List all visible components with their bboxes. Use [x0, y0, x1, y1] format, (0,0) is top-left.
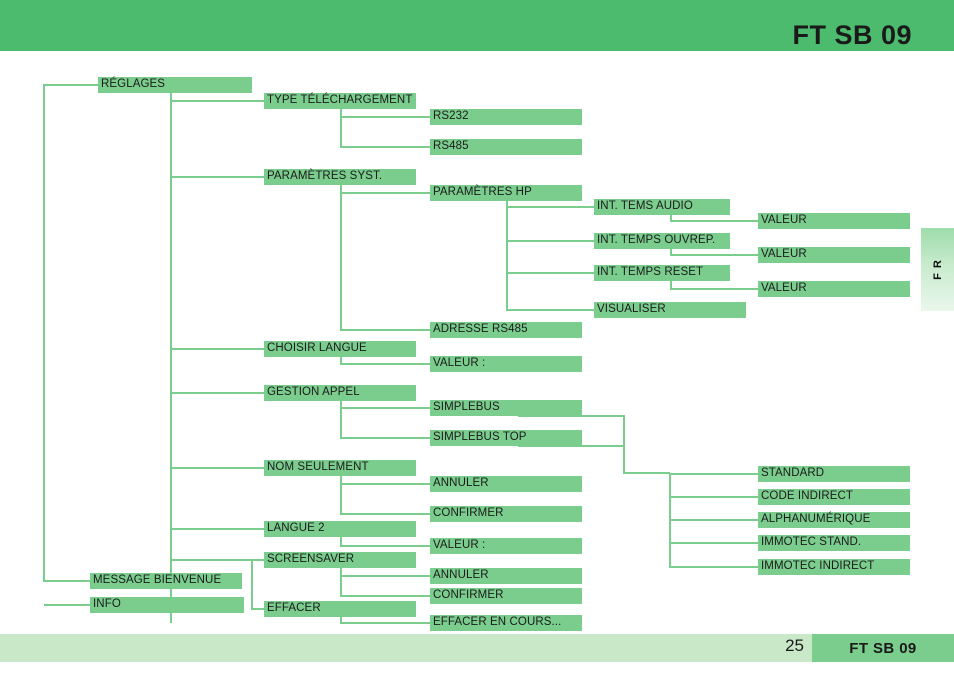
tree-node-label: CHOISIR LANGUE — [267, 342, 367, 355]
tree-node-label: INT. TEMPS OUVREP. — [597, 234, 716, 247]
tree-node-simplebus-top[interactable]: SIMPLEBUS TOP — [430, 430, 582, 446]
tree-node-label: VISUALISER — [597, 303, 666, 316]
tree-node-label: VALEUR : — [433, 539, 486, 552]
tree-node-int-temps-reset[interactable]: INT. TEMPS RESET — [594, 265, 730, 281]
tree-node-immotec-indirect[interactable]: IMMOTEC INDIRECT — [758, 559, 910, 575]
tree-node-label: VALEUR : — [433, 357, 486, 370]
tree-node-label: ALPHANUMÉRIQUE — [761, 513, 871, 526]
tree-node-standard[interactable]: STANDARD — [758, 466, 910, 482]
tree-node-annuler-1[interactable]: ANNULER — [430, 476, 582, 492]
tree-node-label: SIMPLEBUS — [433, 401, 500, 414]
tree-node-label: TYPE TÉLÉCHARGEMENT — [267, 94, 413, 107]
tree-node-choisir-langue[interactable]: CHOISIR LANGUE — [264, 341, 416, 357]
tree-node-label: STANDARD — [761, 467, 825, 480]
tree-node-label: IMMOTEC INDIRECT — [761, 560, 875, 573]
tree-node-valeur-ouvrep[interactable]: VALEUR — [758, 247, 910, 263]
tree-node-label: VALEUR — [761, 282, 807, 295]
menu-tree-diagram: RÉGLAGES TYPE TÉLÉCHARGEMENT RS232 RS485 PAR… — [0, 51, 954, 631]
footer-bar — [0, 634, 954, 662]
tree-node-label: PARAMÈTRES SYST. — [267, 170, 383, 183]
tree-node-valeur-reset[interactable]: VALEUR — [758, 281, 910, 297]
tree-node-screensaver[interactable]: SCREENSAVER — [264, 552, 416, 568]
page-number: 25 — [785, 636, 804, 655]
tree-node-label: IMMOTEC STAND. — [761, 536, 862, 549]
tree-node-rs232[interactable]: RS232 — [430, 109, 582, 125]
tree-node-valeur-langue-2[interactable]: VALEUR : — [430, 538, 582, 554]
tree-node-label: SCREENSAVER — [267, 553, 355, 566]
tree-node-label: ADRESSE RS485 — [433, 323, 528, 336]
page-title: FT SB 09 — [792, 20, 912, 50]
tree-node-parametres-syst[interactable]: PARAMÈTRES SYST. — [264, 169, 416, 185]
tree-node-label: RS232 — [433, 110, 469, 123]
tree-node-effacer-en-cours[interactable]: EFFACER EN COURS... — [430, 615, 582, 631]
tree-node-label: INT. TEMPS RESET — [597, 266, 704, 279]
tree-node-valeur-langue[interactable]: VALEUR : — [430, 356, 582, 372]
tree-node-annuler-2[interactable]: ANNULER — [430, 568, 582, 584]
tree-node-label: CONFIRMER — [433, 589, 504, 602]
tree-node-effacer[interactable]: EFFACER — [264, 601, 416, 617]
tree-node-label: PARAMÈTRES HP — [433, 186, 532, 199]
tree-node-label: LANGUE 2 — [267, 522, 325, 535]
tree-node-immotec-stand[interactable]: IMMOTEC STAND. — [758, 535, 910, 551]
footer-document-badge: FT SB 09 — [812, 634, 954, 662]
tree-node-int-temps-ouvrep[interactable]: INT. TEMPS OUVREP. — [594, 233, 730, 249]
tree-node-confirmer-1[interactable]: CONFIRMER — [430, 506, 582, 522]
tree-node-nom-seulement[interactable]: NOM SEULEMENT — [264, 460, 416, 476]
tree-node-label: NOM SEULEMENT — [267, 461, 369, 474]
tree-node-label: ANNULER — [433, 477, 489, 490]
tree-node-reglages[interactable]: RÉGLAGES — [98, 77, 252, 93]
tree-node-label: INFO — [93, 598, 121, 611]
tree-node-code-indirect[interactable]: CODE INDIRECT — [758, 489, 910, 505]
tree-node-label: VALEUR — [761, 214, 807, 227]
tree-node-type-telechargement[interactable]: TYPE TÉLÉCHARGEMENT — [264, 93, 416, 109]
tree-node-label: RS485 — [433, 140, 469, 153]
tree-node-label: CODE INDIRECT — [761, 490, 854, 503]
tree-node-adresse-rs485[interactable]: ADRESSE RS485 — [430, 322, 582, 338]
tree-node-label: RÉGLAGES — [101, 78, 166, 91]
tree-node-gestion-appel[interactable]: GESTION APPEL — [264, 385, 416, 401]
tree-node-rs485[interactable]: RS485 — [430, 139, 582, 155]
tree-node-label: CONFIRMER — [433, 507, 504, 520]
tree-node-label: EFFACER — [267, 602, 321, 615]
tree-node-info[interactable]: INFO — [90, 597, 244, 613]
tree-node-label: INT. TEMS AUDIO — [597, 200, 693, 213]
tree-node-valeur-audio[interactable]: VALEUR — [758, 213, 910, 229]
tree-node-parametres-hp[interactable]: PARAMÈTRES HP — [430, 185, 582, 201]
tree-node-langue-2[interactable]: LANGUE 2 — [264, 521, 416, 537]
tree-node-confirmer-2[interactable]: CONFIRMER — [430, 588, 582, 604]
tree-node-label: EFFACER EN COURS... — [433, 616, 562, 629]
footer-document-label: FT SB 09 — [849, 639, 917, 657]
tree-node-simplebus[interactable]: SIMPLEBUS — [430, 400, 582, 416]
tree-node-label: MESSAGE BIENVENUE — [93, 574, 222, 587]
tree-node-label: SIMPLEBUS TOP — [433, 431, 527, 444]
tree-node-message-bienvenue[interactable]: MESSAGE BIENVENUE — [90, 573, 242, 589]
tree-node-int-tems-audio[interactable]: INT. TEMS AUDIO — [594, 199, 730, 215]
tree-node-alphanumerique[interactable]: ALPHANUMÉRIQUE — [758, 512, 910, 528]
tree-node-label: GESTION APPEL — [267, 386, 360, 399]
tree-node-visualiser[interactable]: VISUALISER — [594, 302, 746, 318]
tree-node-label: ANNULER — [433, 569, 489, 582]
tree-node-label: VALEUR — [761, 248, 807, 261]
